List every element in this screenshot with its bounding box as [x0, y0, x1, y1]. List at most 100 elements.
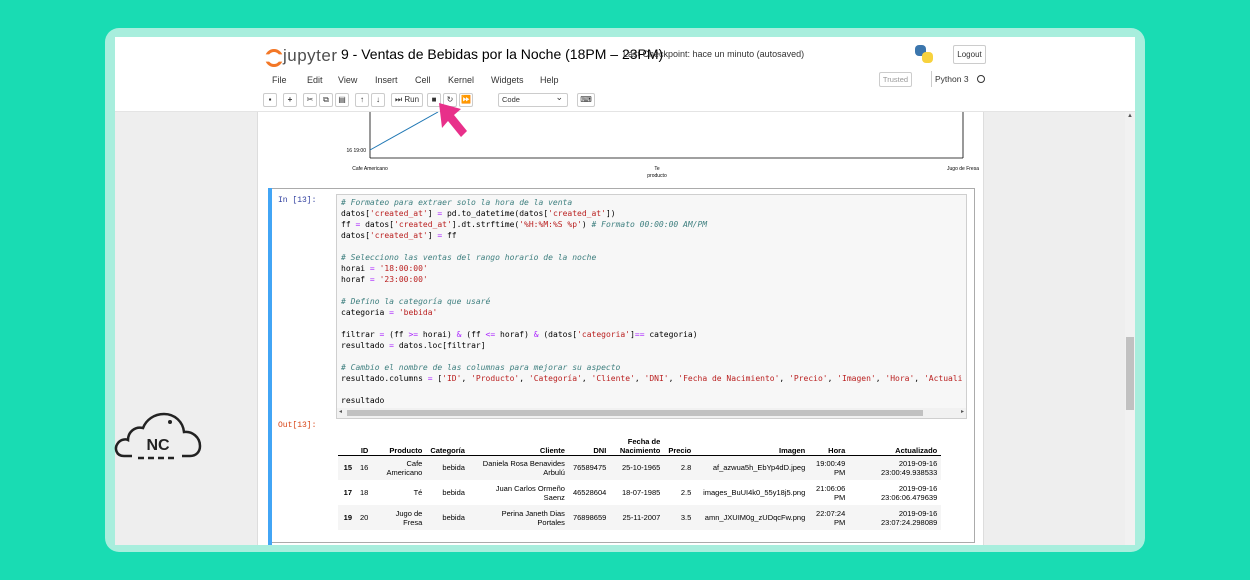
- chart-series-line: [369, 112, 439, 151]
- table-cell: 18-07-1985: [621, 488, 661, 497]
- table-cell: 25-11-2007: [610, 505, 665, 530]
- table-cell: 76589475: [568, 455, 611, 480]
- column-header: Actualizado: [849, 429, 942, 456]
- column-header: Categoría: [426, 429, 469, 456]
- column-header: Fecha de Nacimiento: [610, 429, 665, 456]
- output-dataframe: ID Producto Categoría Cliente DNI Fecha …: [338, 429, 942, 530]
- table-cell: 21:06:06 PM: [816, 483, 846, 502]
- menu-widgets[interactable]: Widgets: [491, 75, 524, 85]
- notebook-title[interactable]: 9 - Ventas de Bebidas por la Noche (18PM…: [341, 46, 663, 62]
- copy-icon[interactable]: ⧉: [319, 93, 333, 107]
- table-cell: images_BuUI4k0_55y18j5.png: [703, 488, 806, 497]
- kernel-status-icon: [977, 75, 985, 83]
- scroll-up-icon[interactable]: ▲: [1127, 113, 1133, 119]
- table-cell: 2019-09-16 23:06:06.479639: [880, 483, 938, 502]
- run-button[interactable]: ⏭ Run: [391, 93, 423, 107]
- table-cell: 2.5: [680, 488, 692, 497]
- table-cell: bebida: [426, 455, 469, 480]
- table-cell: Té: [413, 488, 423, 497]
- scroll-left-icon[interactable]: ◂: [339, 408, 342, 415]
- column-header: [338, 429, 356, 456]
- table-cell: 19:00:49 PM: [809, 455, 850, 480]
- column-header: Precio: [664, 429, 696, 456]
- jupyter-window: jupyter 9 - Ventas de Bebidas por la Noc…: [115, 37, 1135, 545]
- notebook-header: jupyter 9 - Ventas de Bebidas por la Noc…: [115, 37, 1135, 112]
- menu-insert[interactable]: Insert: [375, 75, 398, 85]
- table-cell: 19: [338, 505, 356, 530]
- kernel-name: Python 3: [935, 74, 969, 84]
- chart-x-tick: Jugo de Fresa: [947, 166, 979, 172]
- table-row: 17 18 Té bebida Juan Carlos Ormeño Saenz…: [338, 480, 941, 505]
- table-cell: Daniela Rosa Benavides Arbulú: [468, 455, 569, 480]
- menu-edit[interactable]: Edit: [307, 75, 323, 85]
- table-cell: 22:07:24 PM: [809, 505, 850, 530]
- output-prompt: Out[13]:: [278, 421, 317, 430]
- table-cell: Juan Carlos Ormeño Saenz: [495, 483, 565, 502]
- jupyter-logo[interactable]: jupyter: [265, 45, 338, 67]
- scroll-right-icon[interactable]: ▸: [961, 408, 964, 415]
- chart-x-tick: Cafe Americano: [352, 166, 388, 172]
- column-header: Producto: [372, 429, 427, 456]
- cut-icon[interactable]: ✂: [303, 93, 317, 107]
- previous-output-chart: 16 19:00 Cafe Americano Te Jugo de Fresa…: [347, 112, 979, 179]
- notebook-page: 16 19:00 Cafe Americano Te Jugo de Fresa…: [257, 112, 984, 545]
- code-editor[interactable]: # Formateo para extraer solo la hora de …: [336, 194, 967, 419]
- table-cell: 2019-09-16 23:07:24.298089: [849, 505, 942, 530]
- kernel-divider: [931, 71, 932, 87]
- column-header: Cliente: [468, 429, 569, 456]
- move-up-icon[interactable]: ↑: [355, 93, 369, 107]
- move-down-icon[interactable]: ↓: [371, 93, 385, 107]
- checkpoint-status: Last Checkpoint: hace un minuto (autosav…: [623, 49, 805, 59]
- jupyter-logo-text: jupyter: [283, 46, 338, 65]
- input-prompt: In [13]:: [278, 196, 317, 205]
- table-cell: bebida: [426, 505, 469, 530]
- table-cell: 17: [343, 488, 352, 497]
- column-header: Imagen: [695, 429, 810, 456]
- column-header: DNI: [568, 429, 611, 456]
- cell-focus-bar: [268, 188, 272, 545]
- nc-cloud-logo: NC: [114, 412, 202, 460]
- python-logo-icon: [915, 45, 933, 63]
- trusted-indicator[interactable]: Trusted: [879, 72, 912, 87]
- horizontal-scrollbar-thumb[interactable]: [347, 410, 923, 416]
- table-header-row: ID Producto Categoría Cliente DNI Fecha …: [338, 429, 942, 456]
- chart-y-tick: 16 19:00: [347, 148, 367, 154]
- table-cell: Jugo de Fresa: [372, 505, 427, 530]
- add-cell-icon[interactable]: +: [283, 93, 297, 107]
- chart-x-tick: Te: [654, 166, 660, 172]
- menu-view[interactable]: View: [338, 75, 357, 85]
- table-cell: 76898659: [568, 505, 611, 530]
- menu-help[interactable]: Help: [540, 75, 559, 85]
- chart-x-label: producto: [647, 173, 667, 179]
- save-icon[interactable]: ▪: [263, 93, 277, 107]
- horizontal-scrollbar[interactable]: ◂ ▸: [337, 408, 966, 418]
- table-cell: 2.8: [664, 455, 696, 480]
- table-cell: bebida: [442, 488, 465, 497]
- command-palette-icon[interactable]: ⌨: [577, 93, 595, 107]
- jupyter-logo-icon: [265, 46, 279, 66]
- menu-kernel[interactable]: Kernel: [448, 75, 474, 85]
- pointer-arrow-icon: [439, 103, 467, 137]
- table-cell: 15: [338, 455, 356, 480]
- cell-type-select[interactable]: Code: [498, 91, 568, 107]
- table-row: 19 20 Jugo de Fresa bebida Perina Janeth…: [338, 505, 942, 530]
- table-cell: 3.5: [664, 505, 696, 530]
- menu-cell[interactable]: Cell: [415, 75, 431, 85]
- table-cell: 18: [360, 488, 369, 497]
- table-cell: 46528604: [572, 488, 607, 497]
- table-cell: amn_JXUIM0g_zUDqcFw.png: [695, 505, 810, 530]
- column-header: Hora: [809, 429, 850, 456]
- vertical-scrollbar-thumb[interactable]: [1126, 337, 1134, 410]
- table-cell: Perina Janeth Dias Portales: [468, 505, 569, 530]
- table-cell: af_azwua5h_EbYp4dD.jpeg: [695, 455, 810, 480]
- code-text[interactable]: # Formateo para extraer solo la hora de …: [341, 197, 962, 406]
- table-cell: 16: [356, 455, 373, 480]
- table-cell: 2019-09-16 23:00:49.938533: [849, 455, 942, 480]
- menu-file[interactable]: File: [272, 75, 287, 85]
- table-row: 15 16 Cafe Americano bebida Daniela Rosa…: [338, 455, 942, 480]
- paste-icon[interactable]: ▤: [335, 93, 349, 107]
- vertical-scrollbar[interactable]: [1125, 112, 1135, 545]
- nc-logo-text: NC: [146, 437, 170, 454]
- logout-button[interactable]: Logout: [953, 45, 986, 64]
- table-cell: 25-10-1965: [610, 455, 665, 480]
